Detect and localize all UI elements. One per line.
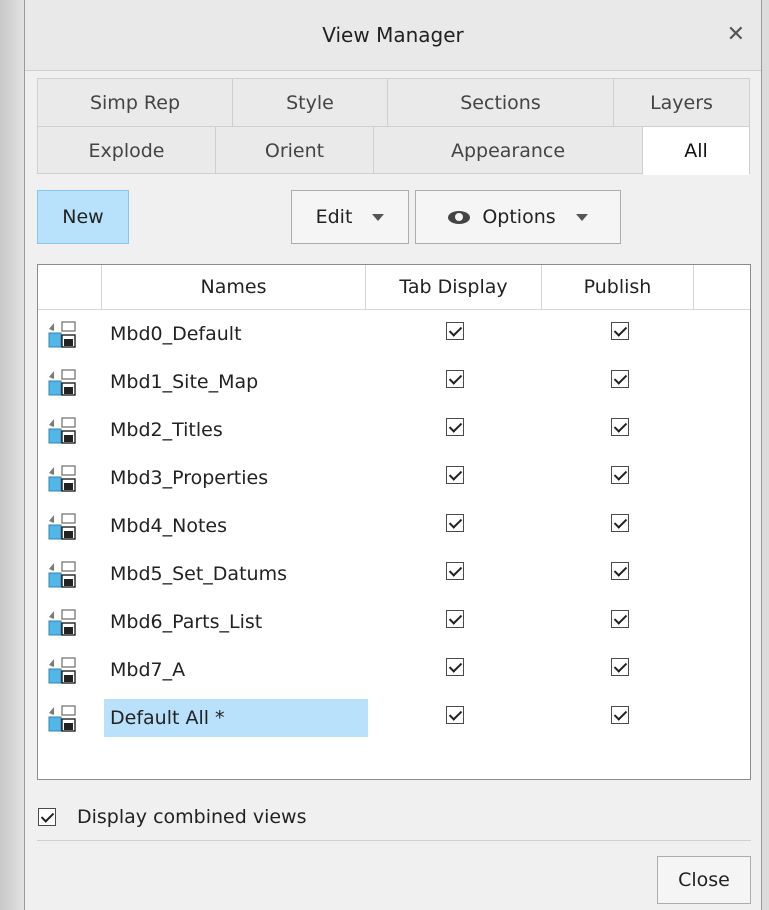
close-button[interactable]: Close	[657, 856, 751, 904]
tab-explode[interactable]: Explode	[37, 126, 215, 174]
combined-view-icon	[47, 704, 77, 734]
options-dropdown-button[interactable]: Options	[415, 190, 621, 244]
view-manager-dialog: View Manager ✕ Simp Rep Style Sections L…	[24, 0, 762, 910]
list-header: Names Tab Display Publish	[38, 265, 750, 310]
list-item[interactable]: Mbd3_Properties	[38, 454, 750, 502]
new-button-label: New	[62, 206, 104, 228]
tab-appearance[interactable]: Appearance	[373, 126, 642, 174]
publish-checkbox[interactable]	[611, 514, 629, 532]
publish-checkbox[interactable]	[611, 658, 629, 676]
filler-column-header	[694, 265, 750, 309]
background-strip	[0, 0, 24, 910]
views-list: Names Tab Display Publish Mbd0_Default Mb…	[37, 264, 751, 780]
chevron-down-icon	[372, 213, 385, 221]
view-name[interactable]: Mbd2_Titles	[104, 411, 229, 449]
new-button[interactable]: New	[37, 190, 129, 244]
combined-view-icon	[47, 416, 77, 446]
dialog-title: View Manager	[322, 23, 464, 47]
tab-display-checkbox[interactable]	[446, 370, 464, 388]
tab-sections[interactable]: Sections	[387, 78, 613, 126]
combined-view-icon	[47, 320, 77, 350]
publish-checkbox[interactable]	[611, 466, 629, 484]
icon-column-header	[38, 265, 102, 309]
view-name[interactable]: Mbd1_Site_Map	[104, 363, 264, 401]
options-button-label: Options	[482, 206, 556, 228]
list-item[interactable]: Mbd2_Titles	[38, 406, 750, 454]
tab-layers[interactable]: Layers	[613, 78, 750, 126]
title-bar: View Manager ✕	[25, 0, 761, 71]
close-icon[interactable]: ✕	[727, 0, 745, 70]
combined-view-icon	[47, 464, 77, 494]
combined-view-icon	[47, 512, 77, 542]
chevron-down-icon	[575, 213, 588, 221]
tab-display-checkbox[interactable]	[446, 658, 464, 676]
tab-display-column-header[interactable]: Tab Display	[366, 265, 542, 309]
publish-checkbox[interactable]	[611, 322, 629, 340]
eye-icon	[448, 210, 471, 224]
tab-row-2: Explode Orient Appearance All	[37, 126, 750, 175]
list-item[interactable]: Mbd1_Site_Map	[38, 358, 750, 406]
view-name[interactable]: Mbd7_A	[104, 651, 191, 689]
list-item[interactable]: Mbd5_Set_Datums	[38, 550, 750, 598]
publish-column-header[interactable]: Publish	[542, 265, 694, 309]
close-button-label: Close	[678, 869, 730, 891]
list-item[interactable]: Mbd6_Parts_List	[38, 598, 750, 646]
tab-row-1: Simp Rep Style Sections Layers	[37, 78, 750, 126]
publish-checkbox[interactable]	[611, 706, 629, 724]
view-name[interactable]: Mbd4_Notes	[104, 507, 233, 545]
tab-orient[interactable]: Orient	[215, 126, 373, 174]
tab-display-checkbox[interactable]	[446, 418, 464, 436]
list-item[interactable]: Mbd7_A	[38, 646, 750, 694]
view-name[interactable]: Mbd5_Set_Datums	[104, 555, 293, 593]
publish-checkbox[interactable]	[611, 562, 629, 580]
combined-view-icon	[47, 608, 77, 638]
display-combined-checkbox[interactable]	[38, 808, 56, 826]
combined-view-icon	[47, 656, 77, 686]
tab-display-checkbox[interactable]	[446, 514, 464, 532]
publish-checkbox[interactable]	[611, 610, 629, 628]
tab-all[interactable]: All	[642, 126, 750, 175]
combined-view-icon	[47, 560, 77, 590]
edit-button-label: Edit	[315, 206, 353, 228]
view-name[interactable]: Mbd3_Properties	[104, 459, 274, 497]
tab-display-checkbox[interactable]	[446, 466, 464, 484]
tab-style[interactable]: Style	[232, 78, 387, 126]
publish-checkbox[interactable]	[611, 418, 629, 436]
combined-view-icon	[47, 368, 77, 398]
list-item[interactable]: Mbd4_Notes	[38, 502, 750, 550]
tab-display-checkbox[interactable]	[446, 706, 464, 724]
background-edge	[762, 0, 769, 910]
list-item[interactable]: Mbd0_Default	[38, 310, 750, 358]
list-item[interactable]: Default All *	[38, 694, 750, 742]
tab-display-checkbox[interactable]	[446, 322, 464, 340]
tab-simp-rep[interactable]: Simp Rep	[37, 78, 232, 126]
view-name[interactable]: Mbd6_Parts_List	[104, 603, 268, 641]
names-column-header[interactable]: Names	[102, 265, 366, 309]
view-name[interactable]: Default All *	[104, 699, 368, 737]
tab-display-checkbox[interactable]	[446, 610, 464, 628]
view-name[interactable]: Mbd0_Default	[104, 315, 248, 353]
divider	[37, 840, 751, 841]
tab-display-checkbox[interactable]	[446, 562, 464, 580]
display-combined-label: Display combined views	[77, 806, 307, 828]
edit-dropdown-button[interactable]: Edit	[291, 190, 409, 244]
publish-checkbox[interactable]	[611, 370, 629, 388]
